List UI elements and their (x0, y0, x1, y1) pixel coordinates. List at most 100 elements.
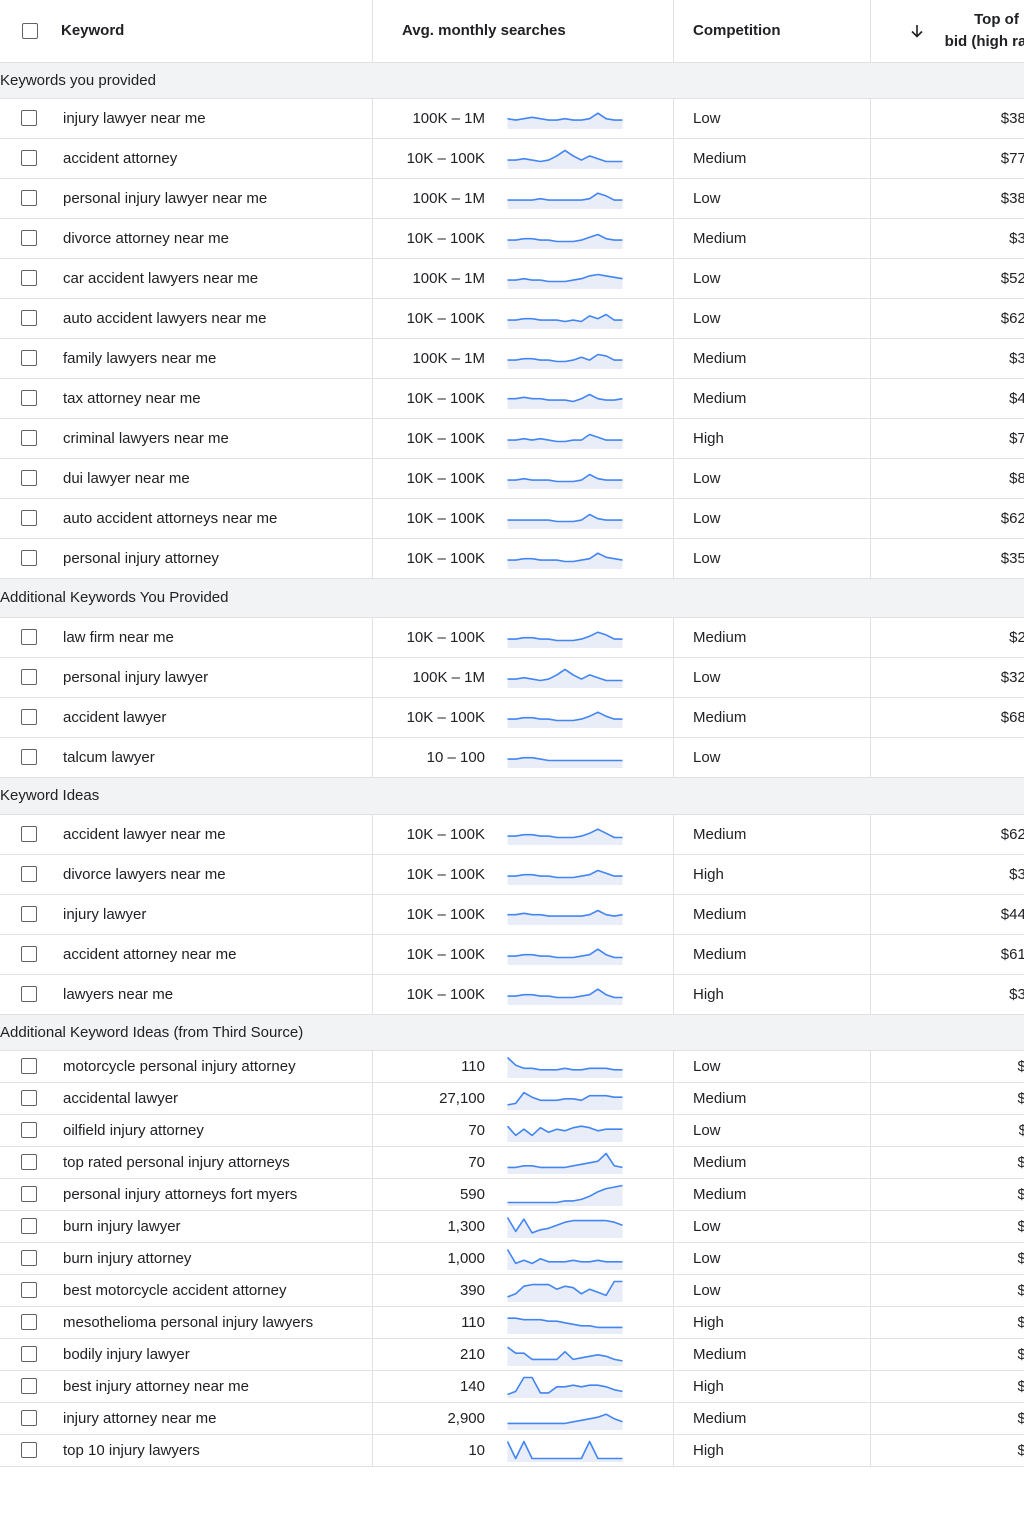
row-checkbox[interactable] (21, 510, 37, 526)
keyword-row[interactable]: accidental lawyer 27,100 Medium$3.38 (0, 1082, 1024, 1115)
arrow-down-icon[interactable] (909, 23, 925, 39)
row-checkbox[interactable] (21, 430, 37, 446)
keyword-row[interactable]: best motorcycle accident attorney 390 Low $… (0, 1274, 1024, 1307)
row-checkbox[interactable] (21, 709, 37, 725)
keyword-row[interactable]: divorce lawyers near me 10K – 100K High$33… (0, 854, 1024, 895)
keyword-row[interactable]: criminal lawyers near me 10K – 100K High $7… (0, 418, 1024, 459)
keyword-row[interactable]: accident lawyer 10K – 100K Medium$685.92 (0, 697, 1024, 738)
row-checkbox[interactable] (21, 629, 37, 645)
row-checkbox[interactable] (21, 1378, 37, 1394)
trend-sparkline (507, 513, 623, 529)
competition-cell: High (673, 1434, 871, 1467)
row-checkbox[interactable] (21, 190, 37, 206)
row-checkbox[interactable] (21, 550, 37, 566)
row-checkbox[interactable] (21, 1346, 37, 1362)
keyword-row[interactable]: personal injury lawyer near me 100K – 1M L… (0, 178, 1024, 219)
volume-cell: 10K – 100K (372, 138, 674, 179)
row-checkbox[interactable] (21, 390, 37, 406)
row-checkbox[interactable] (21, 826, 37, 842)
keyword-row[interactable]: accident attorney 10K – 100K Medium$770.08 (0, 138, 1024, 179)
row-checkbox[interactable] (21, 1218, 37, 1234)
row-checkbox[interactable] (21, 1442, 37, 1458)
keyword-row[interactable]: talcum lawyer 10 – 100 Low– (0, 737, 1024, 778)
keyword-column-header[interactable]: Keyword (0, 0, 373, 63)
keyword-text: top rated personal injury attorneys (63, 1153, 290, 1171)
row-checkbox[interactable] (21, 1122, 37, 1138)
trend-line (507, 1249, 623, 1265)
keyword-row[interactable]: personal injury attorneys fort myers 590 M… (0, 1178, 1024, 1211)
keyword-row[interactable]: divorce attorney near me 10K – 100K Medium… (0, 218, 1024, 259)
row-checkbox[interactable] (21, 1250, 37, 1266)
keyword-row[interactable]: car accident lawyers near me 100K – 1M Low… (0, 258, 1024, 299)
row-checkbox[interactable] (21, 946, 37, 962)
trend-sparkline (507, 1440, 623, 1462)
row-checkbox[interactable] (21, 669, 37, 685)
row-checkbox[interactable] (21, 1410, 37, 1426)
keyword-row[interactable]: burn injury lawyer 1,300 Low$2.87 (0, 1210, 1024, 1243)
keyword-row[interactable]: family lawyers near me 100K – 1M Medium$35… (0, 338, 1024, 379)
row-checkbox[interactable] (21, 1058, 37, 1074)
volume-text: 10 – 100 (426, 748, 485, 766)
row-checkbox[interactable] (21, 270, 37, 286)
keyword-row[interactable]: top rated personal injury attorneys 70 Med… (0, 1146, 1024, 1179)
row-checkbox[interactable] (21, 1090, 37, 1106)
keyword-row[interactable]: mesothelioma personal injury lawyers 110 H… (0, 1306, 1024, 1339)
keyword-text: accident lawyer near me (63, 825, 226, 843)
row-checkbox[interactable] (21, 350, 37, 366)
row-checkbox[interactable] (21, 230, 37, 246)
keyword-row[interactable]: accident lawyer near me 10K – 100K Medium $… (0, 814, 1024, 855)
competition-cell: Medium (673, 138, 871, 179)
volume-cell: 10K – 100K (372, 814, 674, 855)
row-checkbox[interactable] (21, 1314, 37, 1330)
keyword-row[interactable]: lawyers near me 10K – 100K High$38.37 (0, 974, 1024, 1015)
keyword-row[interactable]: oilfield injury attorney 70 Low$3.11 (0, 1114, 1024, 1147)
bid-cell: $357.56 (870, 538, 1024, 579)
row-checkbox[interactable] (21, 749, 37, 765)
keyword-row[interactable]: injury lawyer near me 100K – 1M Low$385.66 (0, 98, 1024, 139)
bid-cell: $617.66 (870, 934, 1024, 975)
row-checkbox[interactable] (21, 1186, 37, 1202)
keyword-row[interactable]: burn injury attorney 1,000 Low$2.87 (0, 1242, 1024, 1275)
keyword-row[interactable]: best injury attorney near me 140 High$2.40 (0, 1370, 1024, 1403)
competition-cell: Medium (673, 1402, 871, 1435)
row-checkbox[interactable] (21, 986, 37, 1002)
avg-searches-header-label: Avg. monthly searches (402, 22, 566, 40)
volume-cell: 110 (372, 1050, 674, 1083)
keyword-row[interactable]: injury attorney near me 2,900 Medium$2.33 (0, 1402, 1024, 1435)
row-checkbox[interactable] (21, 1154, 37, 1170)
keyword-cell: auto accident lawyers near me (0, 298, 373, 339)
row-checkbox[interactable] (21, 906, 37, 922)
row-checkbox[interactable] (21, 150, 37, 166)
row-checkbox[interactable] (21, 110, 37, 126)
bid-column-header[interactable]: Top of page bid (high range) (870, 0, 1024, 63)
keyword-row[interactable]: auto accident lawyers near me 10K – 100K L… (0, 298, 1024, 339)
trend-area (507, 1318, 623, 1334)
keyword-text: criminal lawyers near me (63, 429, 229, 447)
row-checkbox[interactable] (21, 310, 37, 326)
row-checkbox[interactable] (21, 470, 37, 486)
volume-text: 10K – 100K (406, 985, 485, 1003)
keyword-row[interactable]: motorcycle personal injury attorney 110 Lo… (0, 1050, 1024, 1083)
trend-sparkline (507, 473, 623, 489)
keyword-cell: law firm near me (0, 617, 373, 658)
competition-column-header[interactable]: Competition (673, 0, 871, 63)
row-checkbox[interactable] (21, 1282, 37, 1298)
keyword-row[interactable]: personal injury lawyer 100K – 1M Low$323.4… (0, 657, 1024, 698)
competition-cell: Low (673, 298, 871, 339)
keyword-row[interactable]: tax attorney near me 10K – 100K Medium$44.… (0, 378, 1024, 419)
keyword-row[interactable]: bodily injury lawyer 210 Medium$2.45 (0, 1338, 1024, 1371)
keyword-row[interactable]: personal injury attorney 10K – 100K Low $35… (0, 538, 1024, 579)
bid-cell: $770.08 (870, 138, 1024, 179)
trend-sparkline (507, 869, 623, 885)
keyword-row[interactable]: top 10 injury lawyers 10 High$2.30 (0, 1434, 1024, 1467)
keyword-row[interactable]: accident attorney near me 10K – 100K Mediu… (0, 934, 1024, 975)
keyword-row[interactable]: dui lawyer near me 10K – 100K Low$83.00 (0, 458, 1024, 499)
keyword-row[interactable]: law firm near me 10K – 100K Medium$28.82 (0, 617, 1024, 658)
keyword-row[interactable]: injury lawyer 10K – 100K Medium$448.62 (0, 894, 1024, 935)
avg-searches-column-header[interactable]: Avg. monthly searches (372, 0, 674, 63)
row-checkbox[interactable] (21, 866, 37, 882)
select-all-checkbox[interactable] (22, 22, 38, 39)
competition-cell: Low (673, 737, 871, 778)
keyword-row[interactable]: auto accident attorneys near me 10K – 100… (0, 498, 1024, 539)
competition-cell: Medium (673, 617, 871, 658)
